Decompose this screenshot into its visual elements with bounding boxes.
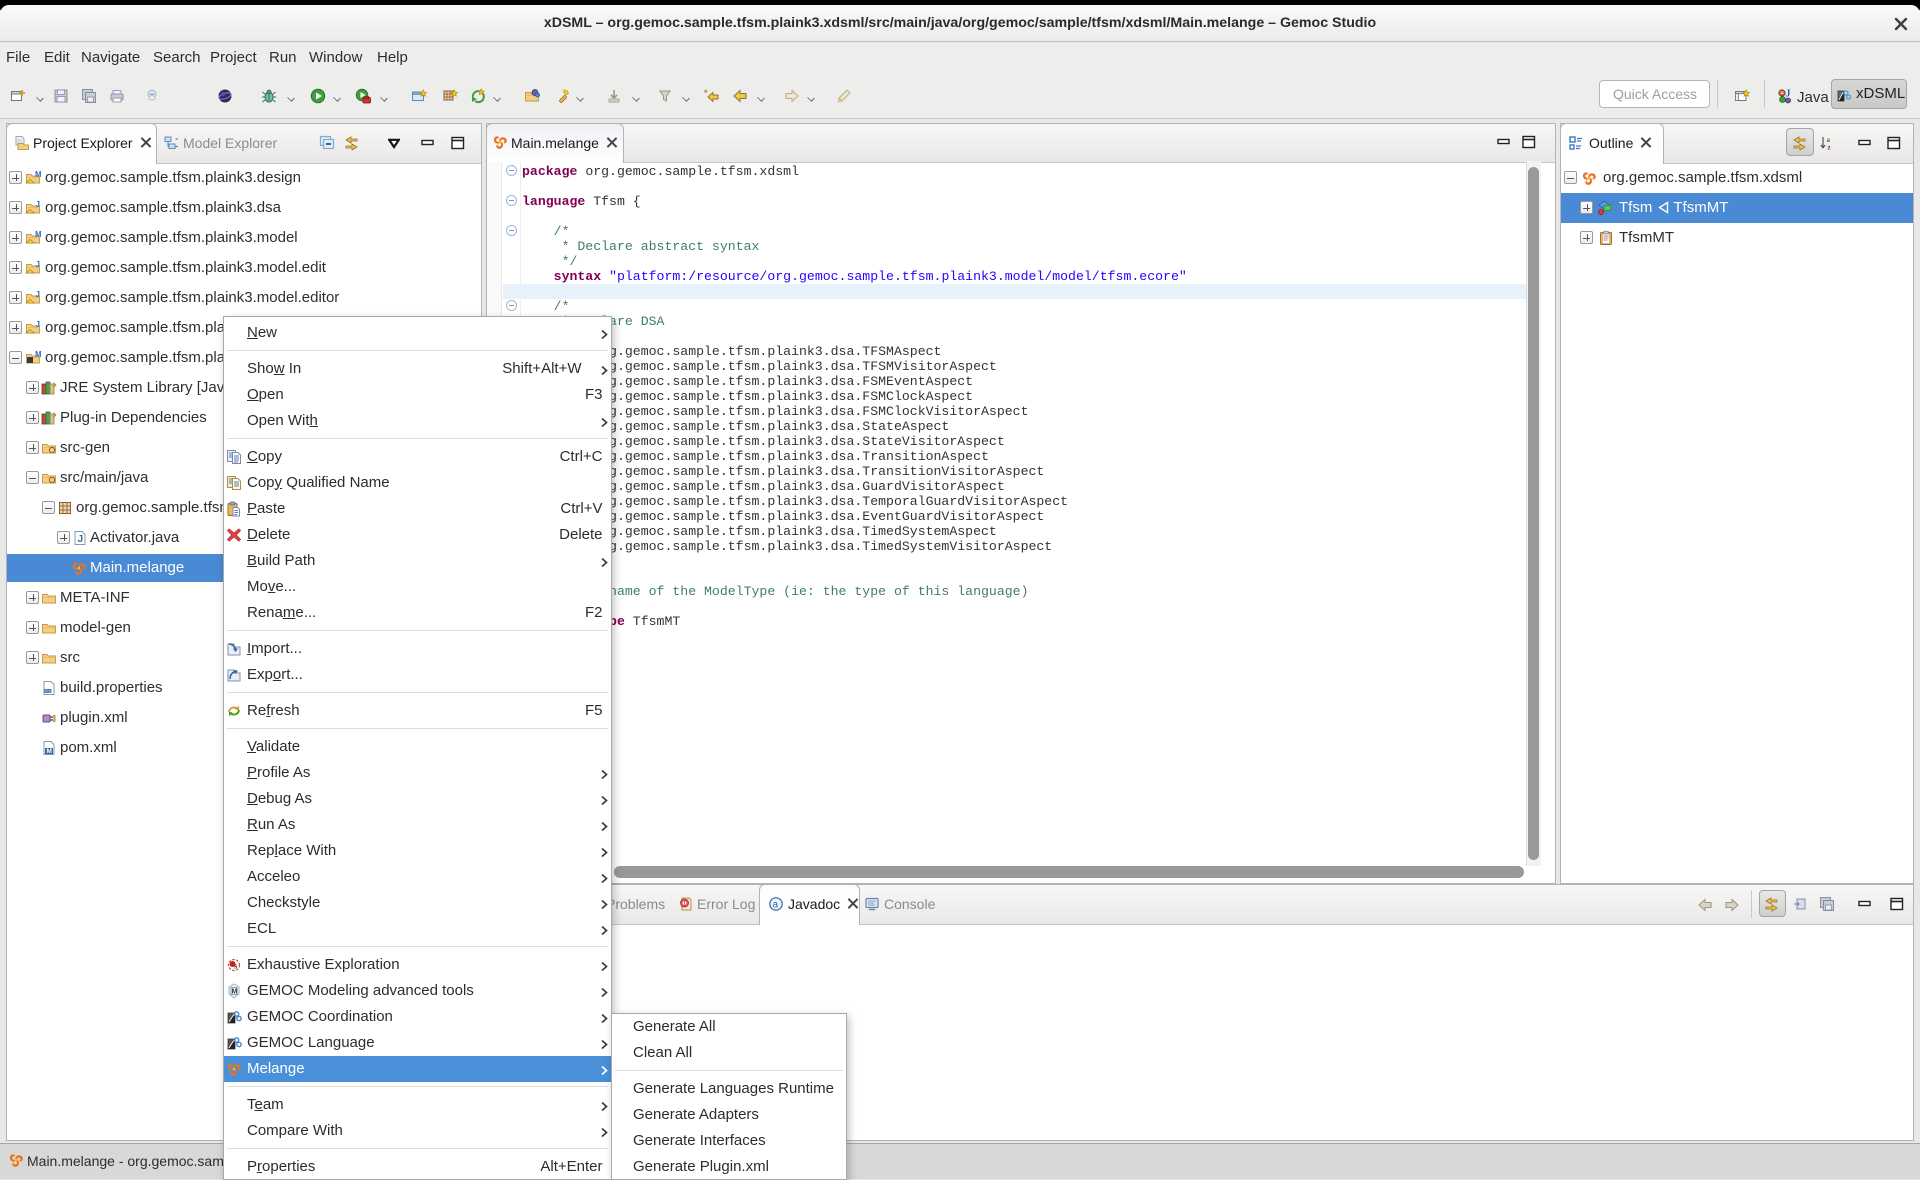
svg-text:M: M [35,350,41,359]
svg-text:010: 010 [45,689,53,695]
svg-text:J: J [78,534,84,545]
svg-text:J: J [36,260,40,269]
svg-text:J: J [36,290,40,299]
svg-text:J: J [1786,89,1791,100]
svg-text:M: M [232,988,238,995]
svg-text:M: M [47,748,52,755]
svg-text:a: a [773,900,779,911]
svg-text:J: J [36,200,40,209]
svg-text:z: z [1828,144,1831,152]
svg-text:s: s [234,961,237,970]
svg-text:M: M [35,230,41,239]
svg-text:*: * [704,88,708,98]
svg-text:J: J [36,320,40,329]
svg-text:M: M [35,170,41,179]
